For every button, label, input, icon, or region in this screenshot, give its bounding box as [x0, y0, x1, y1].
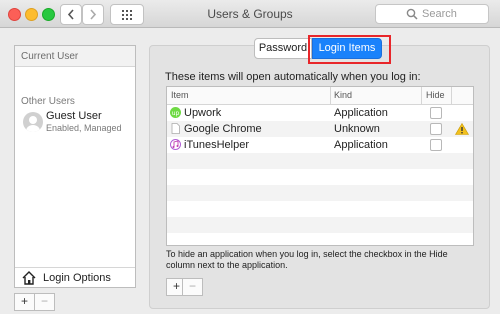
table-row-empty	[167, 217, 473, 233]
sidebar-button-bar: + −	[14, 293, 55, 311]
column-header-hide[interactable]: Hide	[426, 90, 445, 100]
column-header-item[interactable]: Item	[171, 90, 189, 100]
search-placeholder: Search	[422, 8, 457, 20]
users-sidebar: Current User Other Users Guest User Enab…	[14, 45, 136, 288]
table-row-empty	[167, 201, 473, 217]
guest-user-name: Guest User	[46, 110, 102, 122]
annotation-highlight-box	[308, 35, 391, 64]
table-row-empty	[167, 185, 473, 201]
upwork-icon: up	[170, 107, 181, 118]
window-titlebar: Users & Groups Search	[0, 0, 500, 28]
document-icon	[171, 123, 180, 134]
item-name: Upwork	[184, 107, 222, 119]
item-kind: Application	[334, 139, 388, 151]
avatar	[23, 112, 43, 132]
hide-checkbox[interactable]	[430, 139, 442, 151]
login-items-description: These items will open automatically when…	[165, 71, 421, 83]
login-options-item[interactable]: Login Options	[15, 267, 135, 288]
current-user-header: Current User	[15, 46, 135, 67]
table-header: Item Kind Hide	[167, 87, 473, 105]
add-user-button[interactable]: +	[14, 293, 35, 311]
hide-checkbox[interactable]	[430, 123, 442, 135]
table-row-empty	[167, 153, 473, 169]
column-header-kind[interactable]: Kind	[334, 90, 352, 100]
item-kind: Unknown	[334, 123, 380, 135]
item-kind: Application	[334, 107, 388, 119]
table-row-empty	[167, 169, 473, 185]
remove-user-button[interactable]: −	[34, 293, 55, 311]
tab-password[interactable]: Password	[254, 38, 312, 59]
column-divider	[421, 87, 422, 104]
user-silhouette-icon	[26, 116, 40, 132]
itunes-icon	[170, 139, 181, 150]
table-row[interactable]: iTunesHelper Application	[167, 137, 473, 153]
other-users-label: Other Users	[21, 96, 75, 107]
warning-icon[interactable]	[455, 123, 469, 135]
hide-instructions: To hide an application when you log in, …	[166, 249, 448, 270]
column-divider	[330, 87, 331, 104]
table-row[interactable]: Google Chrome Unknown	[167, 121, 473, 137]
sidebar-item-guest-user[interactable]: Guest User Enabled, Managed	[15, 108, 135, 138]
current-user-label: Current User	[21, 51, 79, 62]
remove-login-item-button[interactable]: −	[182, 278, 203, 296]
search-field[interactable]: Search	[375, 4, 489, 24]
hide-checkbox[interactable]	[430, 107, 442, 119]
item-name: Google Chrome	[184, 123, 262, 135]
house-icon	[22, 271, 36, 285]
svg-text:up: up	[172, 110, 180, 117]
table-row[interactable]: up Upwork Application	[167, 105, 473, 121]
guest-user-status: Enabled, Managed	[46, 123, 122, 133]
item-name: iTunesHelper	[184, 139, 250, 151]
column-divider	[451, 87, 452, 104]
search-icon	[406, 8, 418, 20]
login-items-table: Item Kind Hide up Upwork Application Goo…	[166, 86, 474, 246]
login-options-label: Login Options	[43, 272, 111, 284]
